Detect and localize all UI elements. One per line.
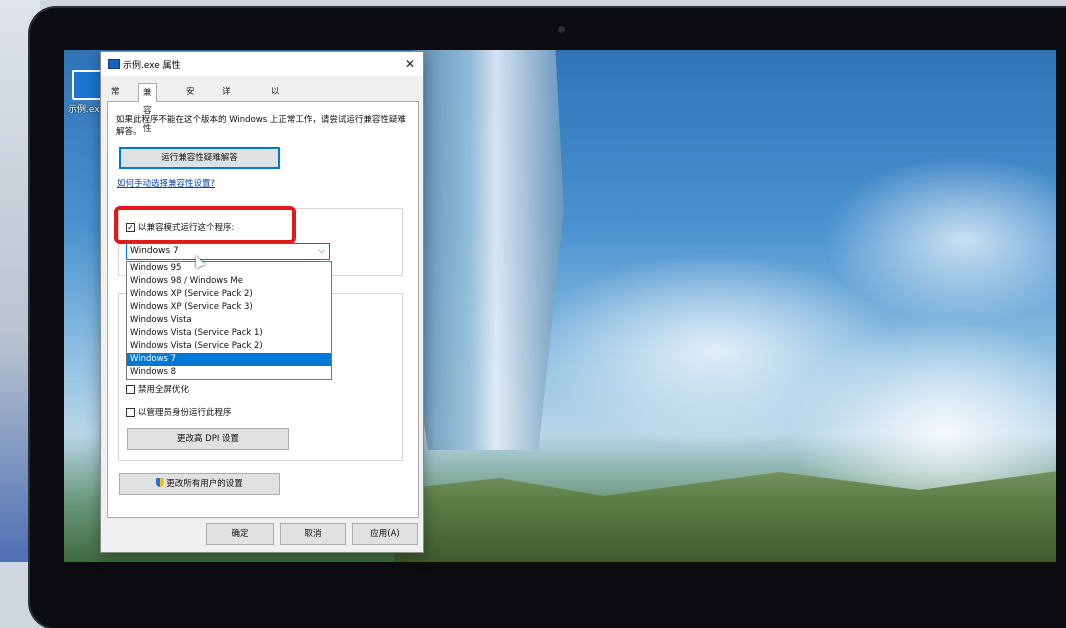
os-option[interactable]: Windows XP (Service Pack 2)	[127, 288, 331, 301]
all-users-settings-label: 更改所有用户的设置	[166, 479, 243, 489]
change-dpi-button[interactable]: 更改高 DPI 设置	[127, 428, 289, 450]
all-users-settings-button[interactable]: 更改所有用户的设置	[119, 473, 280, 495]
highlight-annotation	[114, 206, 296, 244]
disable-fullscreen-row[interactable]: 禁用全屏优化	[126, 383, 189, 395]
os-option[interactable]: Windows 98 / Windows Me	[127, 275, 331, 288]
compat-description: 如果此程序不能在这个版本的 Windows 上正常工作，请尝试运行兼容性疑难解答…	[116, 115, 406, 137]
run-as-admin-row[interactable]: 以管理员身份运行此程序	[126, 406, 232, 418]
run-troubleshooter-button[interactable]: 运行兼容性疑难解答	[119, 147, 280, 169]
run-as-admin-checkbox[interactable]	[126, 407, 135, 417]
run-as-admin-label: 以管理员身份运行此程序	[138, 408, 232, 418]
tab-general[interactable]: 常规	[107, 85, 124, 112]
chevron-down-icon: ⌵	[318, 246, 325, 256]
disable-fullscreen-label: 禁用全屏优化	[138, 385, 190, 395]
tab-compatibility[interactable]: 兼容性	[138, 83, 157, 134]
cancel-button[interactable]: 取消	[280, 523, 346, 545]
apply-button[interactable]: 应用(A)	[352, 523, 418, 545]
tab-security[interactable]: 安全	[182, 85, 199, 112]
os-option[interactable]: Windows 95	[127, 262, 331, 275]
compat-os-dropdown-list[interactable]: Windows 95 Windows 98 / Windows Me Windo…	[126, 261, 332, 380]
tab-previous-versions[interactable]: 以前的版本	[267, 85, 284, 157]
ok-button[interactable]: 确定	[206, 523, 274, 545]
os-option[interactable]: Windows Vista (Service Pack 1)	[127, 327, 331, 340]
os-option[interactable]: Windows 8	[127, 366, 331, 379]
dialog-title: 示例.exe 属性	[123, 61, 181, 71]
os-option[interactable]: Windows Vista	[127, 314, 331, 327]
compat-os-selected-value: Windows 7	[130, 246, 179, 256]
disable-fullscreen-checkbox[interactable]	[126, 384, 135, 394]
os-option[interactable]: Windows Vista (Service Pack 2)	[127, 340, 331, 353]
manual-settings-link[interactable]: 如何手动选择兼容性设置?	[117, 177, 215, 189]
app-icon	[108, 59, 120, 69]
title-bar[interactable]: 示例.exe 属性 ✕	[101, 52, 423, 76]
exe-file-icon[interactable]	[72, 70, 102, 100]
close-button[interactable]: ✕	[397, 52, 423, 76]
compat-os-select[interactable]: Windows 7 ⌵	[126, 243, 330, 260]
wallpaper-ground	[394, 466, 1056, 562]
webcam	[558, 26, 565, 33]
os-option-selected[interactable]: Windows 7	[127, 353, 331, 366]
shield-icon	[156, 478, 165, 487]
os-option[interactable]: Windows XP (Service Pack 3)	[127, 301, 331, 314]
tab-details[interactable]: 详细信息	[218, 85, 235, 142]
